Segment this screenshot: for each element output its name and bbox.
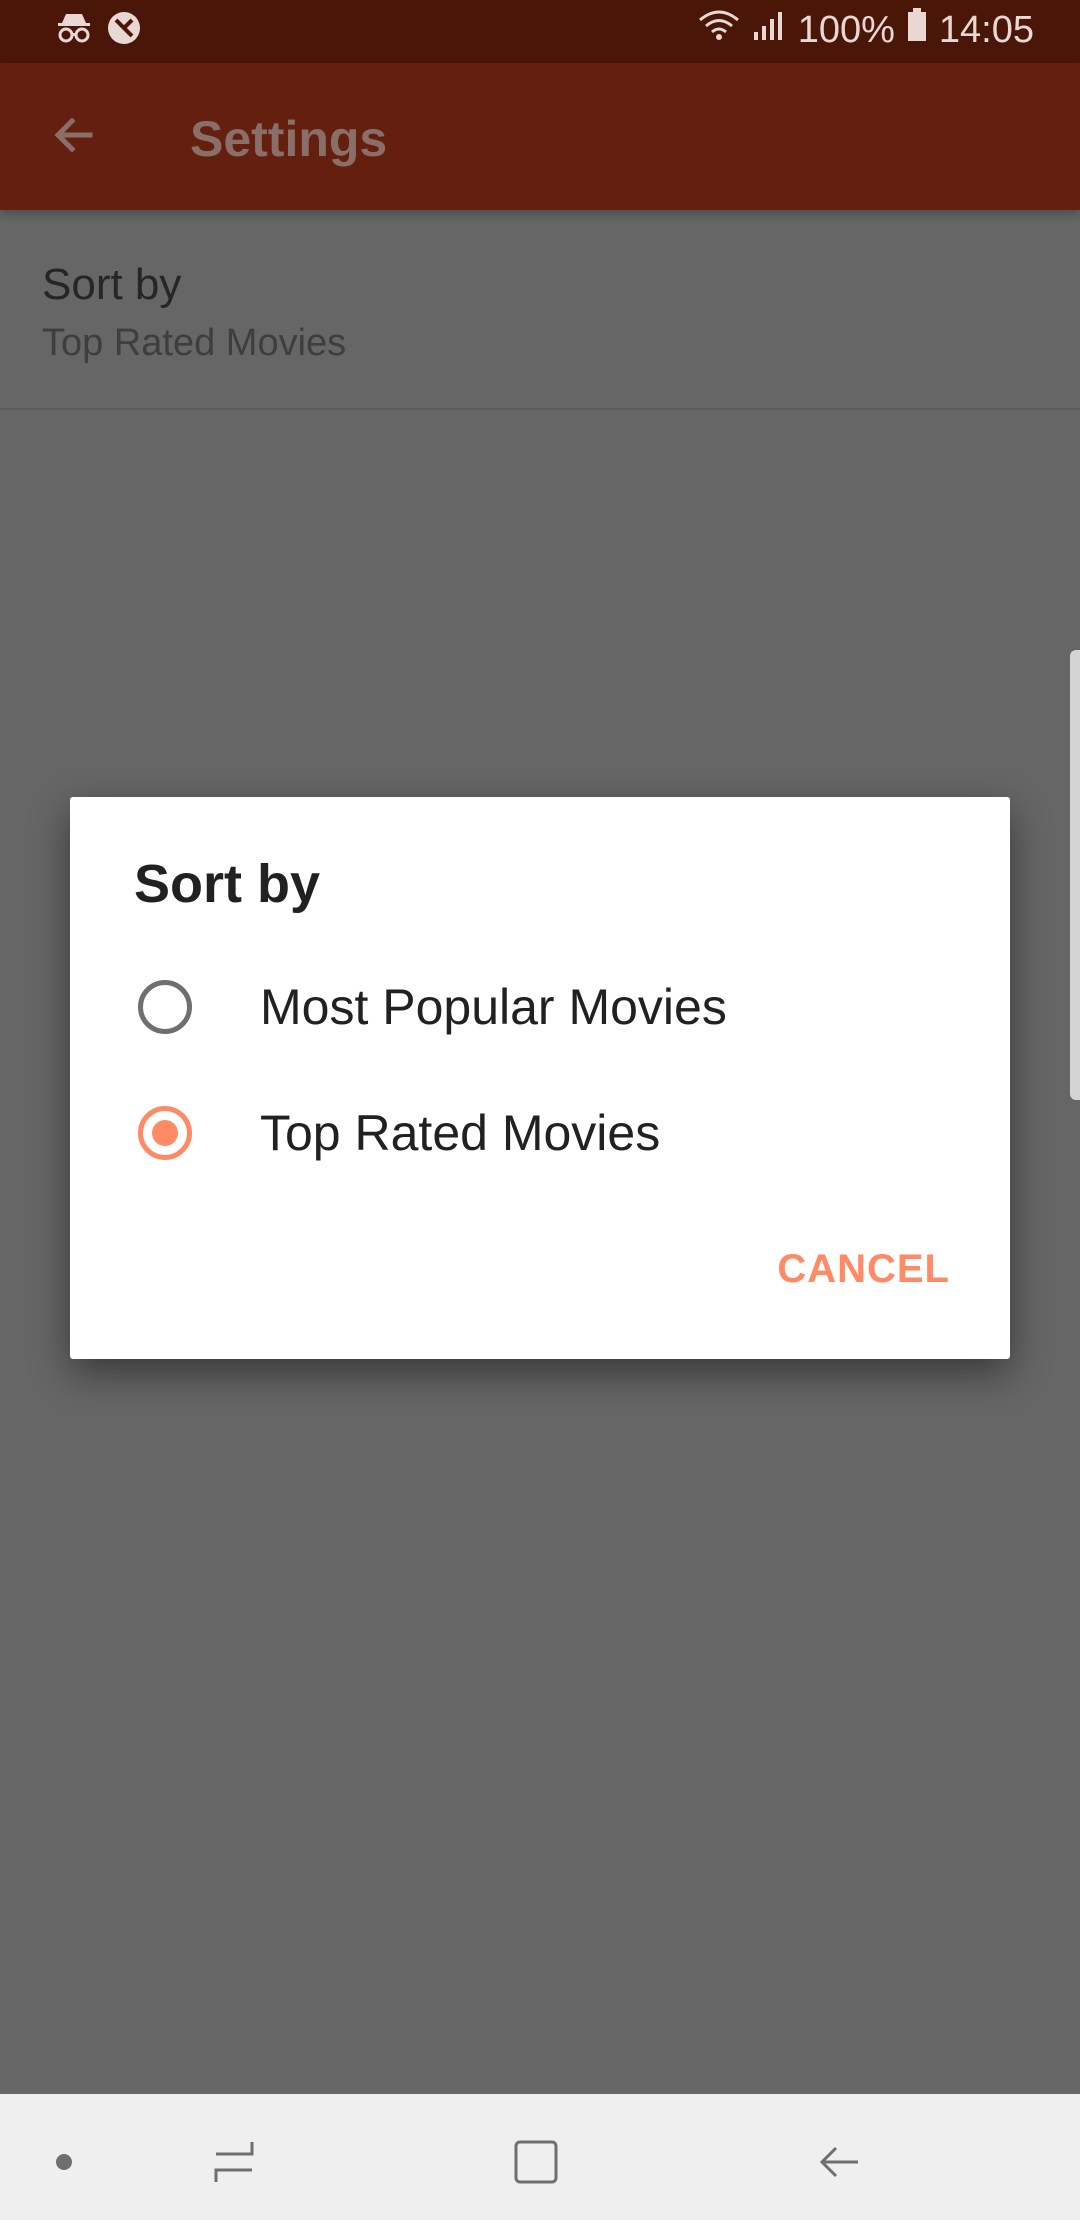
status-bar: 100% 14:05 bbox=[0, 0, 1080, 63]
page-title: Settings bbox=[190, 111, 388, 167]
back-icon[interactable] bbox=[810, 2132, 870, 2192]
option-most-popular[interactable]: Most Popular Movies bbox=[70, 947, 1010, 1067]
wifi-icon bbox=[698, 9, 740, 52]
dialog-title: Sort by bbox=[134, 854, 321, 914]
clock: 14:05 bbox=[938, 8, 1034, 51]
back-button[interactable] bbox=[42, 105, 106, 169]
radio-button-unchecked[interactable] bbox=[138, 980, 192, 1034]
incognito-icon bbox=[56, 11, 92, 55]
scroll-handle[interactable] bbox=[1070, 650, 1080, 1100]
status-left-icons bbox=[56, 10, 142, 56]
dot-icon[interactable] bbox=[34, 2132, 94, 2192]
home-icon[interactable] bbox=[506, 2132, 566, 2192]
battery-percent: 100% bbox=[797, 8, 895, 51]
cancel-button[interactable]: CANCEL bbox=[777, 1247, 950, 1292]
signal-icon bbox=[752, 9, 786, 52]
option-label: Top Rated Movies bbox=[260, 1105, 661, 1161]
settings-item-title: Sort by bbox=[42, 260, 182, 309]
settings-item-sort-by[interactable]: Sort by Top Rated Movies bbox=[0, 210, 1080, 410]
app-bar: Settings bbox=[0, 63, 1080, 210]
arrow-back-icon bbox=[50, 111, 98, 164]
radio-button-checked[interactable] bbox=[138, 1106, 192, 1160]
status-right: 100% 14:05 bbox=[698, 8, 1034, 52]
settings-item-summary: Top Rated Movies bbox=[42, 322, 347, 364]
option-top-rated[interactable]: Top Rated Movies bbox=[70, 1073, 1010, 1193]
radio-dot bbox=[152, 1120, 178, 1146]
option-label: Most Popular Movies bbox=[260, 979, 727, 1035]
battery-icon bbox=[907, 8, 927, 52]
sort-by-dialog: Sort by Most Popular Movies Top Rated Mo… bbox=[70, 797, 1010, 1359]
no-sync-icon bbox=[106, 10, 142, 56]
navigation-bar bbox=[0, 2094, 1080, 2220]
recents-icon[interactable] bbox=[204, 2132, 264, 2192]
